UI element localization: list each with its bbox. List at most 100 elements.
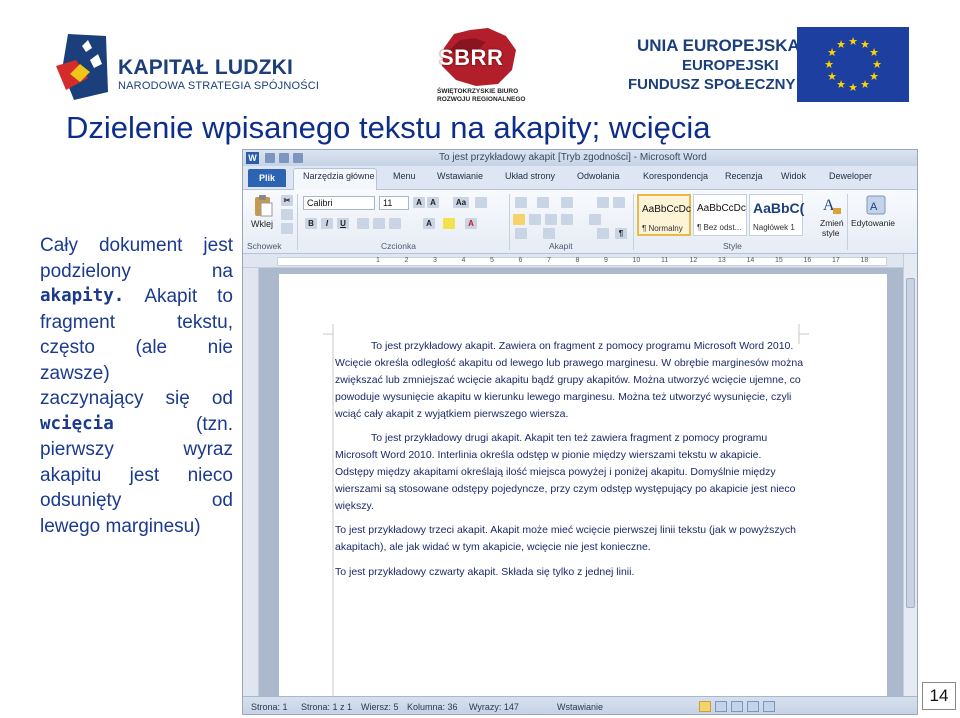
font-size-combo[interactable]: 11 — [379, 196, 409, 210]
numbering-icon[interactable] — [537, 197, 549, 208]
doc-line: To jest przykładowy trzeci akapit. Akapi… — [335, 524, 796, 536]
print-layout-view-icon[interactable] — [699, 701, 711, 712]
change-styles-label-2[interactable]: style — [822, 228, 839, 238]
superscript-icon[interactable] — [389, 218, 401, 229]
pilcrow-icon[interactable]: ¶ — [615, 228, 627, 239]
kapital-ludzki-subtitle: NARODOWA STRATEGIA SPÓJNOŚCI — [118, 80, 320, 92]
body-word: (tzn. — [196, 413, 233, 435]
shading-icon[interactable] — [515, 228, 527, 239]
multilevel-list-icon[interactable] — [561, 197, 573, 208]
paste-label[interactable]: Wklej — [251, 219, 273, 229]
document-area: To jest przykładowy akapit. Zawiera on f… — [259, 268, 903, 704]
body-word: zaczynający — [40, 388, 144, 409]
undo-icon[interactable] — [279, 153, 289, 163]
body-line: odsunięty od — [40, 488, 233, 514]
change-styles-label-1[interactable]: Zmień — [820, 218, 844, 228]
italic-icon[interactable]: I — [321, 218, 333, 229]
style-heading-1[interactable]: AaBbC( Nagłówek 1 — [749, 194, 804, 236]
doc-line: akapitach), ale jak widać w tym akapicie… — [335, 541, 651, 553]
status-column[interactable]: Kolumna: 36 — [407, 702, 458, 712]
font-group-label: Czcionka — [381, 241, 416, 251]
body-line: akapitu jest nieco — [40, 463, 233, 489]
group-divider — [633, 194, 634, 250]
paste-icon[interactable] — [251, 194, 275, 218]
redo-icon[interactable] — [293, 153, 303, 163]
font-name-combo[interactable]: Calibri — [303, 196, 375, 210]
body-word: zawsze) — [40, 362, 110, 384]
highlight-icon[interactable] — [443, 218, 455, 229]
bullets-icon[interactable] — [515, 197, 527, 208]
underline-icon[interactable]: U — [337, 218, 349, 229]
copy-icon[interactable] — [281, 209, 293, 220]
editing-label[interactable]: Edytowanie — [851, 218, 895, 228]
tab-file[interactable]: Plik — [248, 169, 286, 187]
sbrr-subtitle-2: ROZWOJU REGIONALNEGO — [437, 96, 526, 103]
tab-home[interactable]: Narzędzia główne — [303, 171, 375, 181]
status-words[interactable]: Wyrazy: 147 — [469, 702, 519, 712]
tab-references[interactable]: Odwołania — [577, 171, 620, 181]
cut-icon[interactable]: ✂ — [281, 195, 293, 206]
grow-font-icon[interactable]: A — [413, 197, 425, 208]
change-styles-icon[interactable]: A — [821, 194, 843, 216]
tab-insert[interactable]: Wstawianie — [437, 171, 483, 181]
scrollbar-thumb[interactable] — [906, 278, 915, 608]
ruler-number: 13 — [718, 257, 726, 264]
status-pages[interactable]: Strona: 1 z 1 — [301, 702, 352, 712]
justify-icon[interactable] — [561, 214, 573, 225]
ruler-number: 3 — [433, 257, 437, 264]
style-label: ¶ Bez odst... — [697, 223, 742, 232]
full-screen-view-icon[interactable] — [715, 701, 727, 712]
increase-indent-icon[interactable] — [613, 197, 625, 208]
format-painter-icon[interactable] — [281, 223, 293, 234]
save-icon[interactable] — [265, 153, 275, 163]
line-spacing-icon[interactable] — [589, 214, 601, 225]
style-no-spacing[interactable]: AaBbCcDc ¶ Bez odst... — [693, 194, 747, 236]
svg-text:★: ★ — [836, 38, 846, 51]
tab-view[interactable]: Widok — [781, 171, 806, 181]
decrease-indent-icon[interactable] — [597, 197, 609, 208]
status-page[interactable]: Strona: 1 — [251, 702, 288, 712]
tab-page-layout[interactable]: Układ strony — [505, 171, 555, 181]
tab-review[interactable]: Recenzja — [725, 171, 763, 181]
body-line: często (ale nie — [40, 335, 233, 361]
doc-line: wierszami są stosowane odstępy pojedyncz… — [335, 483, 796, 495]
status-mode[interactable]: Wstawianie — [557, 702, 603, 712]
ruler-number: 18 — [860, 257, 869, 264]
tab-menu[interactable]: Menu — [393, 171, 416, 181]
change-case-icon[interactable]: Aa — [453, 197, 469, 208]
tab-mailings[interactable]: Korespondencja — [643, 171, 708, 181]
align-center-icon[interactable] — [529, 214, 541, 225]
align-left-icon[interactable] — [513, 214, 525, 225]
bold-icon[interactable]: B — [305, 218, 317, 229]
slide-page-number: 14 — [922, 682, 956, 710]
sort-icon[interactable] — [597, 228, 609, 239]
draft-view-icon[interactable] — [763, 701, 775, 712]
sbrr-subtitle-1: ŚWIĘTOKRZYSKIE BIURO — [437, 88, 519, 95]
document-page[interactable]: To jest przykładowy akapit. Zawiera on f… — [279, 274, 887, 704]
strikethrough-icon[interactable] — [357, 218, 369, 229]
ruler-number: 15 — [775, 257, 783, 264]
doc-line: To jest przykładowy akapit. Zawiera on f… — [371, 340, 794, 352]
body-word: nieco — [187, 464, 233, 486]
ruler-number: 2 — [404, 257, 409, 264]
body-line: Cały dokument jest — [40, 233, 233, 259]
vertical-ruler[interactable] — [243, 268, 259, 696]
text-effects-icon[interactable]: A — [423, 218, 435, 229]
body-line: fragment tekstu, — [40, 310, 233, 336]
eu-flag-icon: ★ ★★ ★★★ ★★★ ★★★ — [797, 27, 909, 102]
subscript-icon[interactable] — [373, 218, 385, 229]
clear-format-icon[interactable] — [475, 197, 487, 208]
horizontal-ruler[interactable]: 1 2 3 4 5 6 7 8 9 10 11 12 13 14 15 16 17 18 — [277, 257, 887, 266]
borders-icon[interactable] — [543, 228, 555, 239]
status-line[interactable]: Wiersz: 5 — [361, 702, 399, 712]
ruler-number: 5 — [490, 257, 494, 264]
binoculars-icon[interactable]: A — [865, 194, 887, 216]
style-normal[interactable]: AaBbCcDc ¶ Normalny — [637, 194, 691, 236]
tab-developer[interactable]: Deweloper — [829, 171, 872, 181]
shrink-font-icon[interactable]: A — [427, 197, 439, 208]
web-layout-view-icon[interactable] — [731, 701, 743, 712]
outline-view-icon[interactable] — [747, 701, 759, 712]
font-color-icon[interactable]: A — [465, 218, 477, 229]
align-right-icon[interactable] — [545, 214, 557, 225]
vertical-scrollbar[interactable] — [903, 254, 917, 696]
